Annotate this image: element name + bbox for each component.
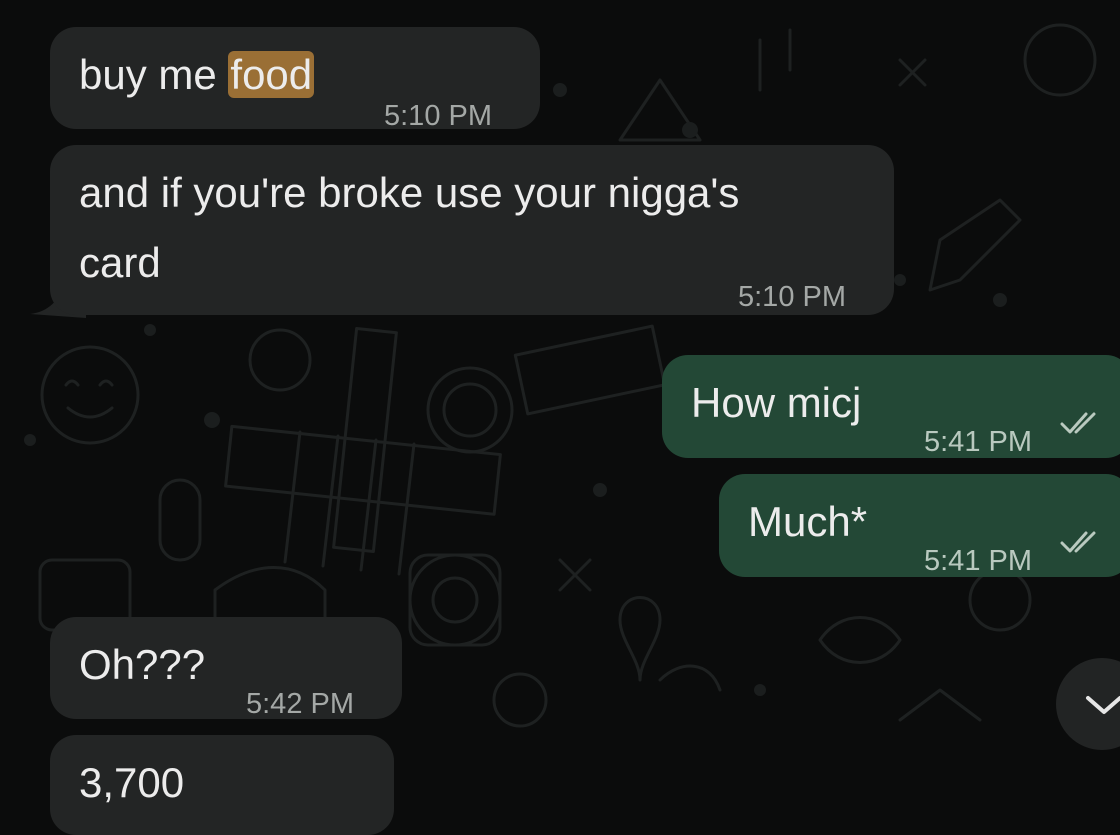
message-text: How micj (691, 379, 862, 426)
message-bubble-incoming[interactable]: and if you're broke use your nigga's car… (50, 145, 894, 315)
message-text: Oh??? (79, 641, 206, 688)
message-time: 5:41 PM (924, 426, 1032, 458)
message-time: 5:42 PM (246, 688, 354, 720)
double-check-icon (1060, 412, 1096, 434)
message-bubble-incoming[interactable]: buy me food 5:10 PM (50, 27, 540, 132)
message-text: 3,700 (79, 759, 185, 806)
message-text: Much* (748, 498, 868, 545)
message-time: 5:10 PM (738, 281, 846, 313)
message-bubble-incoming[interactable]: 3,700 (50, 735, 394, 835)
message-text-line: and if you're broke use your nigga's (79, 169, 740, 216)
message-bubble-outgoing[interactable]: Much* 5:41 PM (719, 474, 1120, 577)
message-bubble-outgoing[interactable]: How micj 5:41 PM (662, 355, 1120, 458)
double-check-icon (1060, 531, 1096, 553)
search-highlight: food (228, 51, 315, 98)
chevron-down-icon (1086, 696, 1120, 714)
message-time: 5:10 PM (384, 100, 492, 132)
message-time: 5:41 PM (924, 545, 1032, 577)
message-bubble-incoming[interactable]: Oh??? 5:42 PM (50, 617, 402, 720)
message-text: buy me food (79, 51, 315, 98)
